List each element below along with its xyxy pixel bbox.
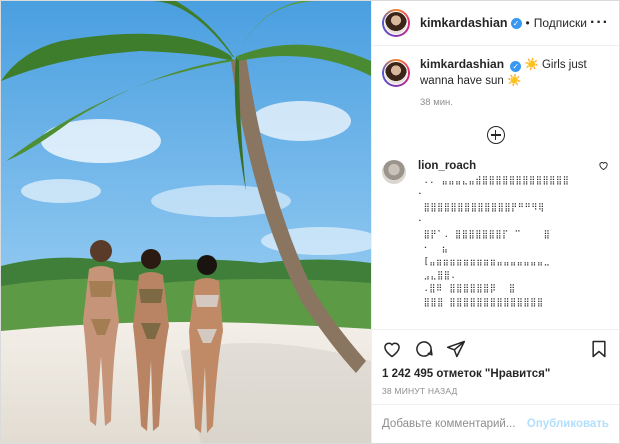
publish-button[interactable]: Опубликовать bbox=[527, 418, 609, 430]
heart-icon[interactable] bbox=[382, 339, 402, 359]
author-username[interactable]: kimkardashian bbox=[420, 16, 508, 30]
caption-verified-badge-icon: ✓ bbox=[510, 61, 522, 72]
comment-input[interactable]: Добавьте комментарий... bbox=[382, 418, 527, 430]
small-heart-icon[interactable] bbox=[598, 160, 609, 171]
verified-badge-icon: ✓ bbox=[510, 17, 522, 29]
caption-time: 38 мин. bbox=[420, 97, 453, 108]
comment-icon[interactable] bbox=[414, 339, 434, 359]
comments-area[interactable]: kimkardashian ✓ ☀️ Girls just wanna have… bbox=[372, 46, 619, 329]
comment-item: lion_roach ..⠀⣤⣤⣤⣄⣤⣾⣿⣿⣿⣿⣿⣿⣿⣿⣿⣿⣿⣿⣿ ⠂ ⣿⣿⣿⣿… bbox=[382, 160, 609, 310]
following-button[interactable]: Подписки bbox=[534, 16, 587, 30]
comment-body: lion_roach ..⠀⣤⣤⣤⣄⣤⣾⣿⣿⣿⣿⣿⣿⣿⣿⣿⣿⣿⣿⣿ ⠂ ⣿⣿⣿⣿… bbox=[418, 160, 569, 310]
caption-avatar[interactable] bbox=[382, 59, 410, 87]
more-options-icon[interactable]: ··· bbox=[590, 14, 609, 32]
bookmark-icon[interactable] bbox=[589, 339, 609, 359]
share-icon[interactable] bbox=[446, 339, 466, 359]
instagram-post: kimkardashian ✓ • Подписки ··· kimkardas… bbox=[0, 0, 620, 444]
commenter-avatar[interactable] bbox=[382, 160, 406, 184]
post-header: kimkardashian ✓ • Подписки ··· bbox=[372, 1, 619, 46]
comment-text: ..⠀⣤⣤⣤⣄⣤⣾⣿⣿⣿⣿⣿⣿⣿⣿⣿⣿⣿⣿⣿ ⠂ ⣿⣿⣿⣿⣿⣿⣿⣿⣿⣿⣿⣿⣿⡟⠛… bbox=[418, 176, 570, 308]
post-timestamp: 38 МИНУТ НАЗАД bbox=[382, 386, 458, 396]
post-photo[interactable] bbox=[1, 1, 371, 443]
likes-count[interactable]: 1 242 495 отметок "Нравится" bbox=[372, 368, 619, 380]
caption-username[interactable]: kimkardashian bbox=[420, 57, 504, 71]
caption-text: kimkardashian ✓ ☀️ Girls just wanna have… bbox=[420, 56, 609, 89]
action-bar bbox=[372, 329, 619, 368]
separator-dot: • bbox=[525, 16, 530, 30]
caption: kimkardashian ✓ ☀️ Girls just wanna have… bbox=[382, 56, 609, 89]
add-comment-bar: Добавьте комментарий... Опубликовать bbox=[372, 404, 619, 443]
commenter-username[interactable]: lion_roach bbox=[418, 160, 476, 172]
load-more-comments-add-icon[interactable] bbox=[486, 126, 505, 144]
author-avatar[interactable] bbox=[382, 9, 410, 37]
post-sidebar: kimkardashian ✓ • Подписки ··· kimkardas… bbox=[371, 1, 619, 443]
